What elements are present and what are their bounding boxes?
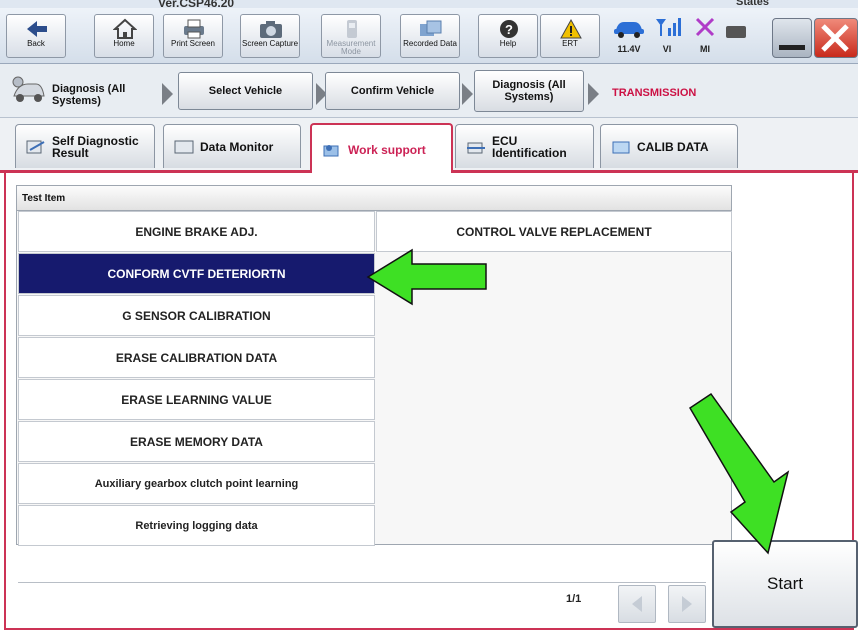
breadcrumb-current-transmission: TRANSMISSION bbox=[612, 87, 697, 99]
measurement-mode-button[interactable]: Measurement Mode bbox=[321, 14, 381, 58]
triangle-right-icon bbox=[682, 596, 692, 612]
test-item-retrieving-logging-data[interactable]: Retrieving logging data bbox=[18, 505, 375, 546]
monitor-icon bbox=[174, 140, 194, 153]
home-button[interactable]: Home bbox=[94, 14, 154, 58]
disconnected-x-icon bbox=[695, 17, 715, 37]
breadcrumb-arrow-icon bbox=[462, 83, 473, 105]
breadcrumb-select-vehicle[interactable]: Select Vehicle bbox=[178, 72, 313, 110]
panel-divider bbox=[18, 582, 706, 583]
back-button[interactable]: Back bbox=[6, 14, 66, 58]
tab-data-monitor[interactable]: Data Monitor bbox=[163, 124, 301, 168]
page-indicator: 1/1 bbox=[566, 593, 582, 605]
triangle-left-icon bbox=[632, 596, 642, 612]
breadcrumb-arrow-icon bbox=[162, 83, 173, 105]
camera-icon bbox=[260, 21, 282, 38]
diagnostic-icon bbox=[26, 140, 45, 153]
test-item-engine-brake-adj[interactable]: ENGINE BRAKE ADJ. bbox=[18, 211, 375, 252]
test-item-erase-memory-data[interactable]: ERASE MEMORY DATA bbox=[18, 421, 375, 462]
calib-data-icon bbox=[612, 141, 630, 153]
tab-bar: Self Diagnostic Result Data Monitor Work… bbox=[0, 118, 858, 174]
printer-icon bbox=[184, 19, 204, 39]
measurement-icon bbox=[347, 20, 357, 38]
vi-status: VI bbox=[648, 16, 686, 60]
close-button[interactable] bbox=[814, 18, 858, 58]
breadcrumb-arrow-icon bbox=[588, 83, 599, 105]
page-next-button[interactable] bbox=[668, 585, 706, 623]
page-previous-button[interactable] bbox=[618, 585, 656, 623]
recorded-data-button[interactable]: Recorded Data bbox=[400, 14, 460, 58]
breadcrumb-confirm-vehicle[interactable]: Confirm Vehicle bbox=[325, 72, 460, 110]
print-screen-button[interactable]: Print Screen bbox=[163, 14, 223, 58]
recorded-data-icon bbox=[420, 20, 442, 36]
car-battery-icon bbox=[614, 22, 644, 38]
states-label: States bbox=[736, 0, 770, 8]
work-support-icon bbox=[323, 144, 339, 156]
warning-icon bbox=[560, 18, 582, 39]
screen-capture-button[interactable]: Screen Capture bbox=[240, 14, 300, 58]
help-icon: ? bbox=[500, 20, 518, 38]
mi-status: MI bbox=[686, 16, 724, 60]
test-item-conform-cvtf-deteriortn[interactable]: CONFORM CVTF DETERIORTN bbox=[18, 253, 375, 294]
minimize-icon bbox=[779, 45, 805, 50]
table-header-test-item: Test Item bbox=[16, 185, 732, 211]
minimize-button[interactable] bbox=[772, 18, 812, 58]
help-button[interactable]: ? Help bbox=[478, 14, 538, 58]
start-button[interactable]: Start bbox=[712, 540, 858, 628]
tab-work-support[interactable]: Work support bbox=[310, 123, 453, 174]
breadcrumb-diagnosis-all-systems-2[interactable]: Diagnosis (All Systems) bbox=[474, 70, 584, 112]
tab-ecu-identification[interactable]: ECU Identification bbox=[455, 124, 594, 168]
signal-icon bbox=[656, 18, 681, 36]
tab-self-diagnostic-result[interactable]: Self Diagnostic Result bbox=[15, 124, 155, 168]
test-item-g-sensor-calibration[interactable]: G SENSOR CALIBRATION bbox=[18, 295, 375, 336]
home-icon bbox=[113, 18, 137, 39]
svg-text:?: ? bbox=[505, 22, 513, 37]
test-item-auxiliary-gearbox-clutch-point-learning[interactable]: Auxiliary gearbox clutch point learning bbox=[18, 463, 375, 504]
connection-indicator-icon bbox=[726, 26, 746, 38]
toolbar: Back Home Print Screen Screen Capture Me… bbox=[0, 8, 858, 64]
close-icon bbox=[821, 24, 849, 52]
back-arrow-icon bbox=[27, 21, 47, 37]
test-item-control-valve-replacement[interactable]: CONTROL VALVE REPLACEMENT bbox=[376, 211, 732, 252]
title-bar bbox=[0, 0, 858, 8]
ert-button[interactable]: ERT bbox=[540, 14, 600, 58]
ecu-icon bbox=[467, 142, 485, 153]
test-item-erase-calibration-data[interactable]: ERASE CALIBRATION DATA bbox=[18, 337, 375, 378]
battery-status: 11.4V bbox=[610, 16, 648, 60]
consult-app-window: Ver.CSP46.20 States Back Home Print Scre… bbox=[0, 0, 858, 634]
vehicle-diagnosis-icon bbox=[12, 76, 45, 102]
breadcrumb-diagnosis-all-systems: Diagnosis (All Systems) bbox=[52, 83, 126, 107]
tab-calib-data[interactable]: CALIB DATA bbox=[600, 124, 738, 168]
test-item-erase-learning-value[interactable]: ERASE LEARNING VALUE bbox=[18, 379, 375, 420]
